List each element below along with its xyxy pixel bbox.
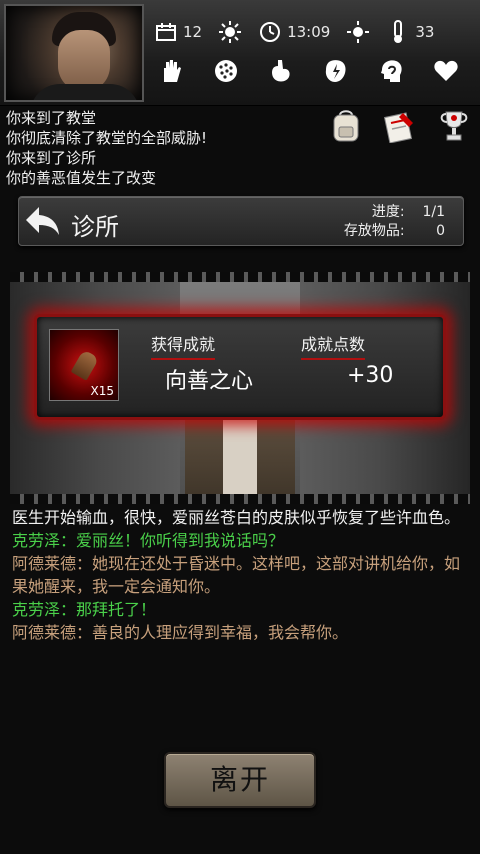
stats-row: 12 13:09 33 [154, 20, 442, 44]
condition-icons [156, 56, 461, 86]
dialogue-line: 克劳泽：那拜托了！ [12, 600, 157, 619]
trophy-icon[interactable] [436, 108, 472, 144]
dialogue-line: 阿德莱德：她现在还处于昏迷中。这样吧，这部对讲机给你，如果她醒来，我一定会通知你… [12, 554, 461, 596]
message-log: 你来到了教堂 你彻底清除了教堂的全部威胁! 你来到了诊所 你的善恶值发生了改变 [6, 108, 326, 188]
thermometer-icon [386, 20, 410, 44]
clock-icon [258, 20, 282, 44]
character-portrait[interactable] [4, 4, 144, 102]
achievement-header: 获得成就 [151, 331, 216, 360]
days-value: 12 [183, 23, 203, 41]
tool-buttons [328, 108, 472, 144]
temperature-stat: 33 [386, 20, 434, 44]
hand-icon[interactable] [156, 56, 186, 86]
dialogue-line: 阿德莱德：善良的人理应得到幸福，我会帮你。 [12, 623, 349, 642]
energy-icon[interactable] [321, 56, 351, 86]
backpack-icon[interactable] [328, 108, 364, 144]
calendar-icon [154, 20, 178, 44]
pills-icon[interactable] [211, 56, 241, 86]
heart-icon[interactable] [431, 56, 461, 86]
sun-icon [218, 20, 242, 44]
status-bar: 12 13:09 33 [0, 0, 480, 106]
leave-button[interactable]: 离开 [164, 752, 316, 808]
location-header: 诊所 进度: 1/1 存放物品: 0 [18, 196, 464, 246]
stomach-icon[interactable] [266, 56, 296, 86]
weather-stat [218, 20, 242, 44]
log-line: 你彻底清除了教堂的全部威胁! [6, 129, 208, 147]
mind-icon[interactable] [376, 56, 406, 86]
dialogue-line: 医生开始输血，很快，爱丽丝苍白的皮肤似乎恢复了些许血色。 [12, 508, 461, 527]
temperature-value: 33 [415, 23, 435, 41]
achievement-title: 向善之心 [165, 369, 254, 394]
time-value: 13:09 [287, 23, 331, 41]
log-line: 你来到了诊所 [6, 149, 97, 167]
progress-value: 1/1 [422, 204, 445, 220]
log-line: 你的善恶值发生了改变 [6, 169, 157, 187]
bullet-icon [70, 349, 100, 381]
dialogue-line: 克劳泽：爱丽丝！你听得到我说话吗？ [12, 531, 285, 550]
daylight-icon [346, 20, 370, 44]
achievement-points: +30 [347, 363, 394, 388]
storage-value: 0 [436, 223, 445, 239]
log-line: 你来到了教堂 [6, 109, 97, 127]
back-arrow-icon[interactable] [23, 203, 63, 239]
reward-item: X15 [49, 329, 119, 401]
progress-label: 进度: [371, 204, 405, 220]
time-stat: 13:09 [258, 20, 330, 44]
notes-icon[interactable] [382, 108, 418, 144]
location-progress: 进度: 1/1 存放物品: 0 [344, 203, 445, 241]
reward-quantity: X15 [90, 384, 115, 398]
location-name: 诊所 [71, 213, 119, 241]
achievement-popup[interactable]: X15 获得成就 成就点数 向善之心 +30 [34, 314, 446, 420]
points-header: 成就点数 [301, 331, 366, 360]
storage-label: 存放物品: [343, 223, 405, 239]
sun-stat [346, 20, 370, 44]
days-stat: 12 [154, 20, 202, 44]
dialogue-text: 医生开始输血，很快，爱丽丝苍白的皮肤似乎恢复了些许血色。 克劳泽：爱丽丝！你听得… [12, 506, 468, 696]
